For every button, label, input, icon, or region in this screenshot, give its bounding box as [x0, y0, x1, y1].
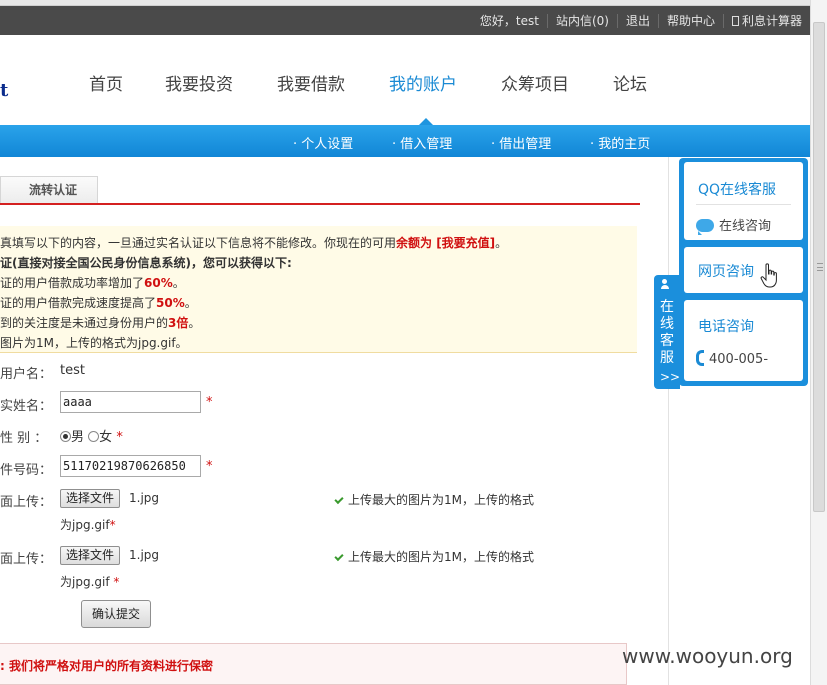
- tab-transfer-verification[interactable]: 流转认证: [0, 176, 98, 204]
- online-service-tab[interactable]: 在线客服 >>: [654, 275, 680, 389]
- chat-bubble-icon: [696, 219, 714, 235]
- content-divider: [668, 157, 669, 685]
- upload-back-label: 面上传：: [0, 552, 53, 567]
- top-bar: 您好，test 站内信(0) 退出 帮助中心 利息计算器: [0, 6, 810, 35]
- upload-front-hint: 上传最大的图片为1M，上传的格式: [334, 491, 534, 508]
- check-icon: [334, 551, 344, 562]
- check-icon: [334, 494, 344, 505]
- hand-pointer-cursor-icon: [760, 263, 777, 288]
- gender-female-radio[interactable]: [88, 431, 100, 442]
- upload-front-hint-cont: 为jpg.gif*: [60, 518, 116, 532]
- realname-label: 实姓名：: [0, 399, 53, 414]
- gender-male-radio[interactable]: [60, 431, 71, 442]
- logout-link[interactable]: 退出: [616, 13, 658, 28]
- phone-consult-title: 电话咨询: [698, 319, 754, 335]
- qq-service-title: QQ在线客服: [698, 182, 777, 198]
- scrollbar-grip-icon: [817, 263, 823, 271]
- idnum-label: 件号码：: [0, 463, 53, 478]
- site-logo[interactable]: t: [0, 80, 8, 101]
- file-front-name: 1.jpg: [129, 491, 160, 505]
- qq-service-separator: [696, 204, 791, 205]
- gender-required-mark: *: [116, 430, 123, 445]
- phone-icon: [696, 350, 704, 366]
- notice-line-2: 证(直接对接全国公民身份信息系统)，您可以获得以下:: [0, 256, 292, 270]
- web-consult-box[interactable]: 网页咨询: [684, 247, 803, 293]
- nav-crowdfunding[interactable]: 众筹项目: [501, 70, 569, 95]
- scrollbar-thumb[interactable]: [813, 22, 825, 512]
- upload-back-hint-cont: 为jpg.gif *: [60, 575, 120, 589]
- username-value: test: [60, 363, 85, 378]
- subnav-personal-settings[interactable]: · 个人设置: [293, 133, 353, 152]
- online-service-panel: QQ在线客服 在线咨询 网页咨询 电话咨询 400-005-: [679, 158, 808, 386]
- nav-active-caret-icon: [419, 118, 433, 125]
- page-scrollbar[interactable]: [810, 0, 827, 685]
- nav-invest[interactable]: 我要投资: [165, 70, 233, 95]
- username-label: 用户名：: [0, 367, 53, 382]
- notice-line-3: 证的用户借款成功率增加了60%。: [0, 276, 185, 290]
- greeting-text: 您好，test: [479, 13, 539, 28]
- realname-required-mark: *: [206, 395, 213, 410]
- qq-service-box: QQ在线客服 在线咨询: [684, 162, 803, 240]
- notice-line-1: 真填写以下的内容，一旦通过实名认证以下信息将不能修改。你现在的可用余额为 [我要…: [0, 236, 508, 250]
- file-back-name: 1.jpg: [129, 548, 160, 562]
- notice-line-5: 到的关注度是未通过身份用户的3倍。: [0, 316, 201, 330]
- notice-line-4: 证的用户借款完成速度提高了50%。: [0, 296, 197, 310]
- gender-female-label: 女: [99, 430, 113, 445]
- watermark-text: www.wooyun.org: [622, 644, 793, 668]
- realname-input[interactable]: aaaa: [60, 391, 201, 413]
- page: 您好，test 站内信(0) 退出 帮助中心 利息计算器 t 首页 我要投资 我…: [0, 0, 827, 685]
- collapse-arrow-icon: >>: [660, 370, 681, 384]
- subnav-borrow-management[interactable]: · 借入管理: [392, 133, 452, 152]
- idnum-input[interactable]: 51170219870626850: [60, 455, 201, 477]
- sub-nav: · 个人设置 · 借入管理 · 借出管理 · 我的主页: [0, 125, 810, 157]
- gender-label: 性 别 ：: [0, 431, 48, 446]
- phone-consult-box: 电话咨询 400-005-: [684, 300, 803, 381]
- idnum-required-mark: *: [206, 459, 213, 474]
- people-icon: [661, 279, 673, 290]
- subnav-lend-management[interactable]: · 借出管理: [491, 133, 551, 152]
- online-service-tab-label: 在线客服: [660, 299, 674, 366]
- notice-line-6: 图片为1M，上传的格式为jpg.gif。: [0, 336, 188, 350]
- submit-button[interactable]: 确认提交: [81, 600, 151, 628]
- gender-options: 男 女 *: [60, 426, 123, 445]
- subnav-my-homepage[interactable]: · 我的主页: [590, 133, 650, 152]
- calculator-link[interactable]: 利息计算器: [722, 13, 810, 28]
- web-consult-title[interactable]: 网页咨询: [698, 261, 754, 281]
- gender-male-label: 男: [71, 430, 85, 445]
- upload-front-label: 面上传：: [0, 495, 53, 510]
- qq-consult-link[interactable]: 在线咨询: [696, 215, 771, 235]
- nav-borrow[interactable]: 我要借款: [277, 70, 345, 95]
- nav-my-account[interactable]: 我的账户: [389, 70, 457, 95]
- balance-recharge-link[interactable]: 余额为 [我要充值]: [396, 236, 495, 250]
- privacy-text: : 我们将严格对用户的所有资料进行保密: [0, 659, 213, 673]
- nav-forum[interactable]: 论坛: [613, 70, 647, 95]
- choose-file-front-button[interactable]: 选择文件: [60, 489, 121, 508]
- tab-underline: [0, 203, 640, 205]
- nav-home[interactable]: 首页: [89, 70, 123, 95]
- privacy-bar: : 我们将严格对用户的所有资料进行保密: [0, 643, 627, 685]
- phone-number: 400-005-: [696, 350, 768, 367]
- help-center-link[interactable]: 帮助中心: [657, 13, 723, 28]
- calculator-icon: [731, 15, 739, 26]
- inbox-link[interactable]: 站内信(0): [546, 13, 617, 28]
- verification-notice: 真填写以下的内容，一旦通过实名认证以下信息将不能修改。你现在的可用余额为 [我要…: [0, 226, 637, 353]
- upload-back-hint: 上传最大的图片为1M，上传的格式: [334, 548, 534, 565]
- choose-file-back-button[interactable]: 选择文件: [60, 546, 121, 565]
- calculator-label: 利息计算器: [741, 13, 802, 28]
